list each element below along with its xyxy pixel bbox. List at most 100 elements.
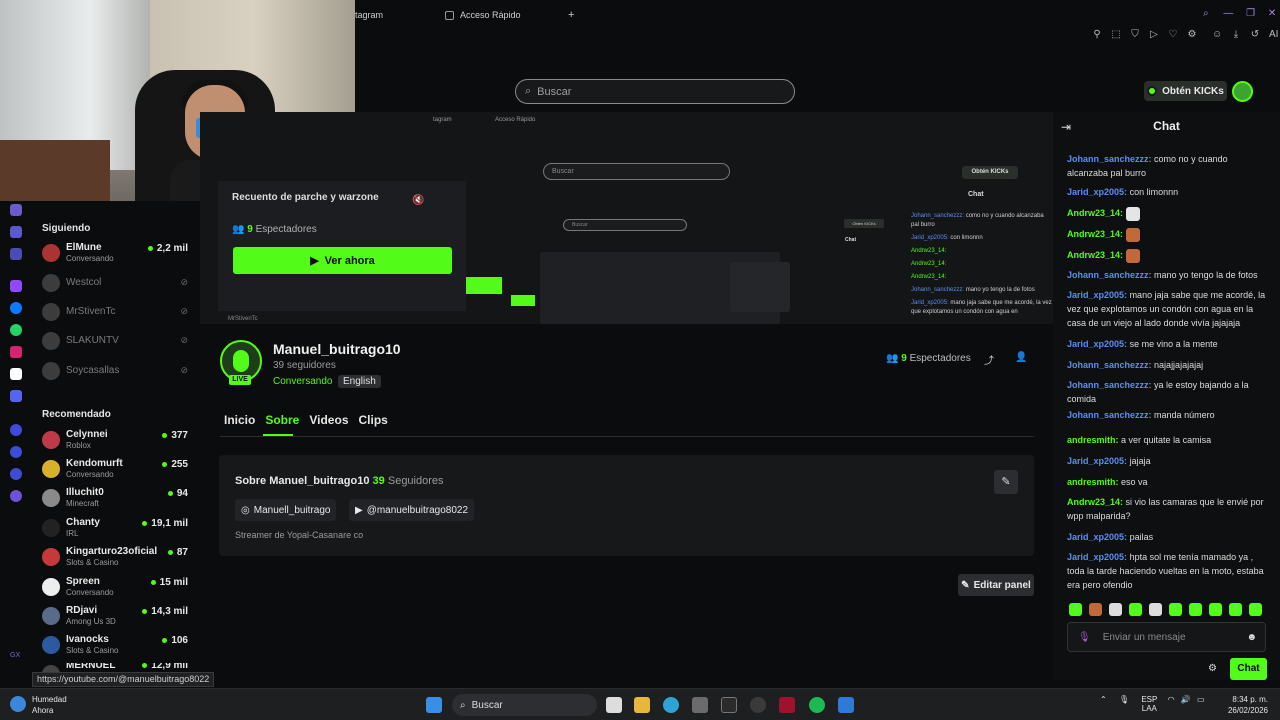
emote-icon[interactable] — [1069, 603, 1082, 616]
rail-icon-1[interactable] — [10, 204, 22, 216]
tab-inicio[interactable]: Inicio — [224, 413, 255, 427]
store-icon[interactable] — [692, 697, 708, 713]
chat-username[interactable]: Johann_sanchezzz: — [1067, 410, 1152, 420]
chat-send-button[interactable]: Chat — [1230, 658, 1267, 680]
sidebar-channel-ivanocks[interactable]: Ivanocks Slots & Casino 106 — [42, 634, 192, 658]
tab-sobre[interactable]: Sobre — [265, 413, 299, 427]
get-kicks-button[interactable]: Obtén KICKs — [1144, 81, 1227, 101]
edit-pencil-button[interactable]: ✎ — [994, 470, 1018, 494]
chat-username[interactable]: Jarid_xp2005: — [1067, 532, 1127, 542]
new-tab-button[interactable]: + — [568, 4, 574, 26]
app-icon[interactable] — [838, 697, 854, 713]
pin-icon[interactable]: ⚲ — [1092, 30, 1102, 40]
user-avatar[interactable] — [1232, 81, 1253, 102]
download-icon[interactable]: ⤓ — [1231, 30, 1241, 40]
sidebar-channel-mernuel[interactable]: MERNUEL 12,9 mil — [42, 663, 192, 672]
emote-icon[interactable] — [1129, 603, 1142, 616]
edit-panel-button[interactable]: ✎ Editar panel — [958, 574, 1034, 596]
spotify-icon[interactable] — [809, 697, 825, 713]
youtube-link[interactable]: ▶ @manuelbuitrago8022 — [349, 499, 475, 521]
sidebar-channel-slakuntv[interactable]: SLAKUNTV ⊘ — [42, 330, 192, 354]
chat-username[interactable]: Andrw23_14: — [1067, 208, 1123, 218]
history-icon[interactable]: ↺ — [1250, 30, 1260, 40]
tab-clips[interactable]: Clips — [359, 413, 388, 427]
twitch-icon[interactable] — [10, 280, 22, 292]
chat-username[interactable]: andresmith: — [1067, 477, 1119, 487]
emote-icon[interactable] — [1229, 603, 1242, 616]
minimize-icon[interactable]: — — [1223, 8, 1233, 19]
emote-icon[interactable] — [1089, 603, 1102, 616]
windows-start-icon[interactable] — [426, 697, 442, 713]
chat-username[interactable]: Jarid_xp2005: — [1067, 187, 1127, 197]
chat-username[interactable]: Andrw23_14: — [1067, 497, 1123, 507]
emote-icon[interactable] — [1189, 603, 1202, 616]
browser-tab-instagram[interactable]: tagram — [355, 4, 383, 26]
emote-icon[interactable] — [1149, 603, 1162, 616]
language-tag[interactable]: English — [338, 375, 381, 388]
share-icon[interactable]: ⤴ — [983, 352, 995, 367]
search-icon[interactable]: ⌕ — [1203, 8, 1209, 19]
heart-icon[interactable]: ♡ — [1168, 30, 1178, 40]
mic-icon[interactable]: 🎙 — [1119, 695, 1129, 704]
whatsapp-icon[interactable] — [10, 324, 22, 336]
chat-username[interactable]: Johann_sanchezzz: — [1067, 380, 1152, 390]
sidebar-channel-illuchit0[interactable]: Illuchit0 Minecraft 94 — [42, 487, 192, 511]
chat-username[interactable]: Johann_sanchezzz: — [1067, 270, 1152, 280]
channel-category-link[interactable]: Conversando — [273, 376, 332, 387]
rail-gx-icon[interactable]: GX — [10, 652, 20, 659]
chat-username[interactable]: Andrw23_14: — [1067, 229, 1123, 239]
sidebar-channel-rdjavi[interactable]: RDjavi Among Us 3D 14,3 mil — [42, 605, 192, 629]
tiktok-icon[interactable] — [10, 368, 22, 380]
mute-icon[interactable]: 🔇 — [412, 195, 424, 206]
chat-username[interactable]: andresmith: — [1067, 435, 1119, 445]
profile-icon[interactable]: ☺ — [1212, 30, 1222, 40]
sidebar-channel-spreen[interactable]: Spreen Conversando 15 mil — [42, 576, 192, 600]
discord-icon[interactable] — [10, 390, 22, 402]
settings-icon[interactable] — [10, 490, 22, 502]
epic-games-icon[interactable] — [721, 697, 737, 713]
chat-message-input[interactable]: 🎙 Enviar un mensaje ☻ — [1067, 622, 1266, 652]
emote-icon[interactable] — [1249, 603, 1262, 616]
steam-icon[interactable] — [750, 697, 766, 713]
emote-icon[interactable] — [1109, 603, 1122, 616]
chevron-up-icon[interactable]: ⌃ — [1100, 695, 1107, 704]
sidebar-channel-westcol[interactable]: Westcol ⊘ — [42, 272, 192, 296]
clock[interactable]: 8:34 p. m. 26/02/2026 — [1196, 694, 1268, 716]
maximize-icon[interactable]: ❐ — [1246, 8, 1255, 19]
rail-icon-4[interactable] — [10, 424, 22, 436]
emote-icon[interactable] — [1169, 603, 1182, 616]
instagram-link[interactable]: ◎ Manuell_buitrago — [235, 499, 337, 521]
search-input[interactable]: ⌕ Buscar — [515, 79, 795, 104]
screenshot-icon[interactable]: ⬚ — [1111, 30, 1121, 40]
emoji-icon[interactable]: ☻ — [1246, 632, 1257, 643]
browser-tab-acceso-rapido[interactable]: Acceso Rápido — [445, 4, 521, 26]
close-icon[interactable]: ✕ — [1268, 8, 1276, 19]
follow-user-icon[interactable]: 👤 — [1015, 352, 1027, 364]
settings-icon[interactable]: ⚙ — [1187, 30, 1197, 40]
rail-icon-6[interactable] — [10, 468, 22, 480]
rail-icon-3[interactable] — [10, 248, 22, 260]
instagram-icon[interactable] — [10, 346, 22, 358]
edge-icon[interactable] — [663, 697, 679, 713]
chat-username[interactable]: Andrw23_14: — [1067, 250, 1123, 260]
chat-username[interactable]: Jarid_xp2005: — [1067, 456, 1127, 466]
chat-username[interactable]: Johann_sanchezzz: — [1067, 360, 1152, 370]
chat-username[interactable]: Johann_sanchezzz: — [1067, 154, 1152, 164]
rail-icon-2[interactable] — [10, 226, 22, 238]
ai-button[interactable]: AI — [1269, 30, 1278, 40]
taskbar-search[interactable]: ⌕ Buscar — [452, 694, 597, 716]
sidebar-channel-soycasallas[interactable]: Soycasallas ⊘ — [42, 360, 192, 384]
opera-gx-icon[interactable] — [779, 697, 795, 713]
mic-icon[interactable]: 🎙 — [1078, 632, 1091, 643]
watch-now-button[interactable]: ▶ Ver ahora — [233, 247, 452, 274]
sidebar-channel-elmune[interactable]: ElMune Conversando 2,2 mil — [42, 242, 192, 266]
sidebar-channel-kendomurft[interactable]: Kendomurft Conversando 255 — [42, 458, 192, 482]
chat-username[interactable]: Jarid_xp2005: — [1067, 290, 1127, 300]
shield-icon[interactable]: ⛉ — [1130, 30, 1140, 40]
messenger-icon[interactable] — [10, 302, 22, 314]
rail-icon-5[interactable] — [10, 446, 22, 458]
sidebar-channel-kingarturo23oficial[interactable]: Kingarturo23oficial Slots & Casino 87 — [42, 546, 192, 570]
volume-icon[interactable]: 🔊 — [1181, 695, 1191, 704]
stream-hover-card[interactable]: Recuento de parche y warzone 🔇 👥 9 Espec… — [218, 181, 466, 311]
file-explorer-icon[interactable] — [634, 697, 650, 713]
